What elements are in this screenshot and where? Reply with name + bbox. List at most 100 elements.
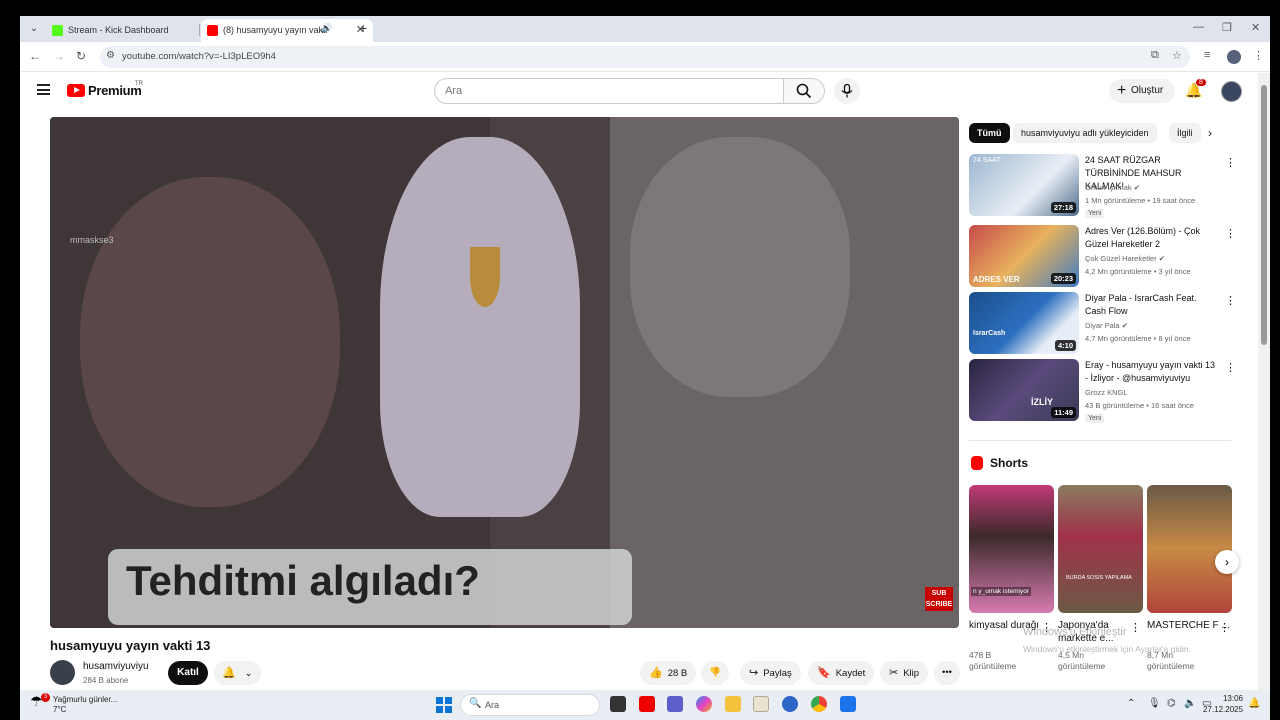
- shorts-next-button[interactable]: ›: [1215, 550, 1239, 574]
- back-icon[interactable]: ←: [29, 49, 41, 63]
- recommendation-title[interactable]: Adres Ver (126.Bölüm) - Çok Güzel Hareke…: [1085, 225, 1217, 251]
- weather-alert-badge: 3: [41, 693, 50, 702]
- voice-search-button[interactable]: [834, 78, 860, 104]
- channel-name[interactable]: husamviyuviyu: [83, 661, 149, 672]
- search-button[interactable]: [783, 78, 825, 104]
- video-thumbnail[interactable]: 24 SAAT 27:18: [969, 154, 1079, 216]
- chevron-down-icon: ⌄: [244, 668, 253, 678]
- file-explorer-icon[interactable]: [725, 696, 741, 712]
- short-thumbnail[interactable]: n y_umak istemiyor: [969, 485, 1054, 613]
- weather-widget[interactable]: Yağmurlu günler... 7°C: [53, 695, 117, 715]
- clock[interactable]: 13:06 27.12.2025: [1203, 693, 1243, 715]
- join-button[interactable]: Katıl: [168, 661, 208, 685]
- edge-browser-icon[interactable]: [782, 696, 798, 712]
- chip-uploader[interactable]: husamviyuviyu adlı yükleyiciden: [1013, 123, 1157, 143]
- short-thumbnail[interactable]: [1147, 485, 1232, 613]
- more-vertical-icon[interactable]: ⋮: [1225, 156, 1236, 169]
- recommendation-title[interactable]: Diyar Pala - IsrarCash Feat. Cash Flow: [1085, 292, 1217, 318]
- tab-kick-dashboard[interactable]: Stream - Kick Dashboard ✕: [46, 19, 218, 42]
- media-player-icon[interactable]: [753, 696, 769, 712]
- shorts-section-title: Shorts: [990, 456, 1029, 470]
- audio-playing-icon[interactable]: 🔊: [321, 23, 332, 34]
- taskbar-search[interactable]: 🔍 Ara: [460, 694, 600, 716]
- copilot-icon[interactable]: [696, 696, 712, 712]
- notification-center-icon[interactable]: 🔔: [1248, 698, 1260, 709]
- forward-icon[interactable]: →: [53, 49, 65, 63]
- account-avatar[interactable]: [1221, 81, 1242, 102]
- search-input[interactable]: Ara: [434, 78, 784, 104]
- microphone-tray-icon[interactable]: 🎙: [1148, 698, 1161, 709]
- browser-menu-icon[interactable]: ⋮: [1253, 49, 1264, 62]
- video-thumbnail[interactable]: İZLİY 11:49: [969, 359, 1079, 421]
- scrollbar-thumb[interactable]: [1261, 85, 1267, 345]
- bookmark-star-icon[interactable]: ☆: [1172, 49, 1182, 62]
- more-vertical-icon[interactable]: ⋮: [1130, 621, 1141, 634]
- more-horizontal-icon: •••: [942, 667, 952, 678]
- chip-related[interactable]: İlgili: [1169, 123, 1201, 143]
- recommendation-channel[interactable]: Çok Güzel Hareketler ✔: [1085, 254, 1165, 263]
- video-thumbnail[interactable]: IsrarCash 4:10: [969, 292, 1079, 354]
- channel-avatar[interactable]: [50, 660, 75, 685]
- chrome-icon[interactable]: [811, 696, 827, 712]
- install-app-icon[interactable]: ⧉: [1151, 49, 1159, 62]
- maximize-icon[interactable]: ❐: [1222, 21, 1232, 34]
- like-count: 28 B: [667, 668, 688, 679]
- chips-next-icon[interactable]: ›: [1208, 126, 1212, 140]
- search-icon: 🔍: [469, 698, 482, 709]
- show-hidden-icons-icon[interactable]: ⌃: [1127, 698, 1135, 709]
- youtube-logo-text[interactable]: Premium: [88, 83, 142, 98]
- short-thumbnail[interactable]: BURDA SOSIS YAPILAMA: [1058, 485, 1143, 613]
- media-control-icon[interactable]: ≡: [1204, 49, 1210, 61]
- page-scrollbar[interactable]: [1258, 73, 1270, 690]
- browser-toolbar: ← → ↻ ⚙ youtube.com/watch?v=-LI3pLEO9h4 …: [20, 42, 1270, 72]
- section-divider: [969, 440, 1231, 441]
- start-button-icon[interactable]: [436, 697, 452, 713]
- save-button[interactable]: 🔖 Kaydet: [808, 661, 875, 685]
- recommendation-item[interactable]: İZLİY 11:49 Eray - husamyuyu yayın vakti…: [969, 359, 1236, 423]
- recommendation-channel[interactable]: Diyar Pala ✔: [1085, 321, 1128, 330]
- tab-search-icon[interactable]: ⌄: [26, 21, 42, 37]
- subscriber-count: 284 B abone: [83, 676, 129, 685]
- volume-icon[interactable]: 🔈: [1184, 698, 1196, 709]
- verified-icon: ✔: [1158, 254, 1166, 263]
- create-button[interactable]: + Oluştur: [1109, 79, 1175, 103]
- video-thumbnail[interactable]: ADRES VER 20:23: [969, 225, 1079, 287]
- video-player[interactable]: mmaskse3 Tehditmi algıladı? SUB SCRIBE: [50, 117, 959, 628]
- youtube-logo-icon[interactable]: [67, 84, 85, 97]
- minimize-icon[interactable]: —: [1193, 21, 1204, 33]
- teams-icon[interactable]: [667, 696, 683, 712]
- store-icon[interactable]: [840, 696, 856, 712]
- hamburger-menu-icon[interactable]: [37, 84, 50, 95]
- youtube-app-icon[interactable]: [639, 696, 655, 712]
- browser-profile-icon[interactable]: [1227, 50, 1241, 64]
- more-vertical-icon[interactable]: ⋮: [1225, 361, 1236, 374]
- recommendation-channel[interactable]: Grozz KNGL: [1085, 388, 1128, 397]
- like-button[interactable]: 👍 28 B: [640, 661, 697, 685]
- task-view-icon[interactable]: [610, 696, 626, 712]
- recommendation-meta: 4,2 Mn görüntüleme • 3 yıl önce: [1085, 267, 1191, 276]
- address-bar[interactable]: ⚙ youtube.com/watch?v=-LI3pLEO9h4: [100, 46, 1190, 68]
- recommendation-channel[interactable]: Orkun Işıtmak ✔: [1085, 183, 1140, 192]
- clip-button[interactable]: ✂ Klip: [880, 661, 929, 685]
- more-actions-button[interactable]: •••: [934, 661, 960, 685]
- share-button[interactable]: ↪ Paylaş: [740, 661, 801, 685]
- recommendation-item[interactable]: IsrarCash 4:10 Diyar Pala - IsrarCash Fe…: [969, 292, 1236, 356]
- site-settings-icon[interactable]: ⚙: [106, 50, 115, 61]
- chip-all[interactable]: Tümü: [969, 123, 1010, 143]
- dislike-button[interactable]: 👎: [701, 661, 729, 685]
- more-vertical-icon[interactable]: ⋮: [1225, 294, 1236, 307]
- tab-youtube[interactable]: (8) husamyuyu yayın vakti 1 🔊 ✕: [201, 19, 373, 42]
- new-tab-icon[interactable]: +: [359, 20, 367, 36]
- close-window-icon[interactable]: ✕: [1251, 21, 1260, 34]
- reload-icon[interactable]: ↻: [76, 49, 86, 63]
- video-watermark: mmaskse3: [70, 235, 114, 245]
- video-duration: 27:18: [1050, 202, 1076, 213]
- wifi-icon[interactable]: ⌬: [1167, 698, 1176, 709]
- recommendation-title[interactable]: Eray - husamyuyu yayın vakti 13 - İzliyo…: [1085, 359, 1217, 385]
- more-vertical-icon[interactable]: ⋮: [1225, 227, 1236, 240]
- recommendation-item[interactable]: 24 SAAT 27:18 24 SAAT RÜZGAR TÜRBİNİNDE …: [969, 154, 1236, 218]
- recommendation-item[interactable]: ADRES VER 20:23 Adres Ver (126.Bölüm) - …: [969, 225, 1236, 289]
- subscription-bell-button[interactable]: 🔔 ⌄: [214, 661, 261, 685]
- short-overlay-text: BURDA SOSIS YAPILAMA: [1066, 575, 1132, 581]
- more-vertical-icon[interactable]: ⋮: [1219, 621, 1230, 634]
